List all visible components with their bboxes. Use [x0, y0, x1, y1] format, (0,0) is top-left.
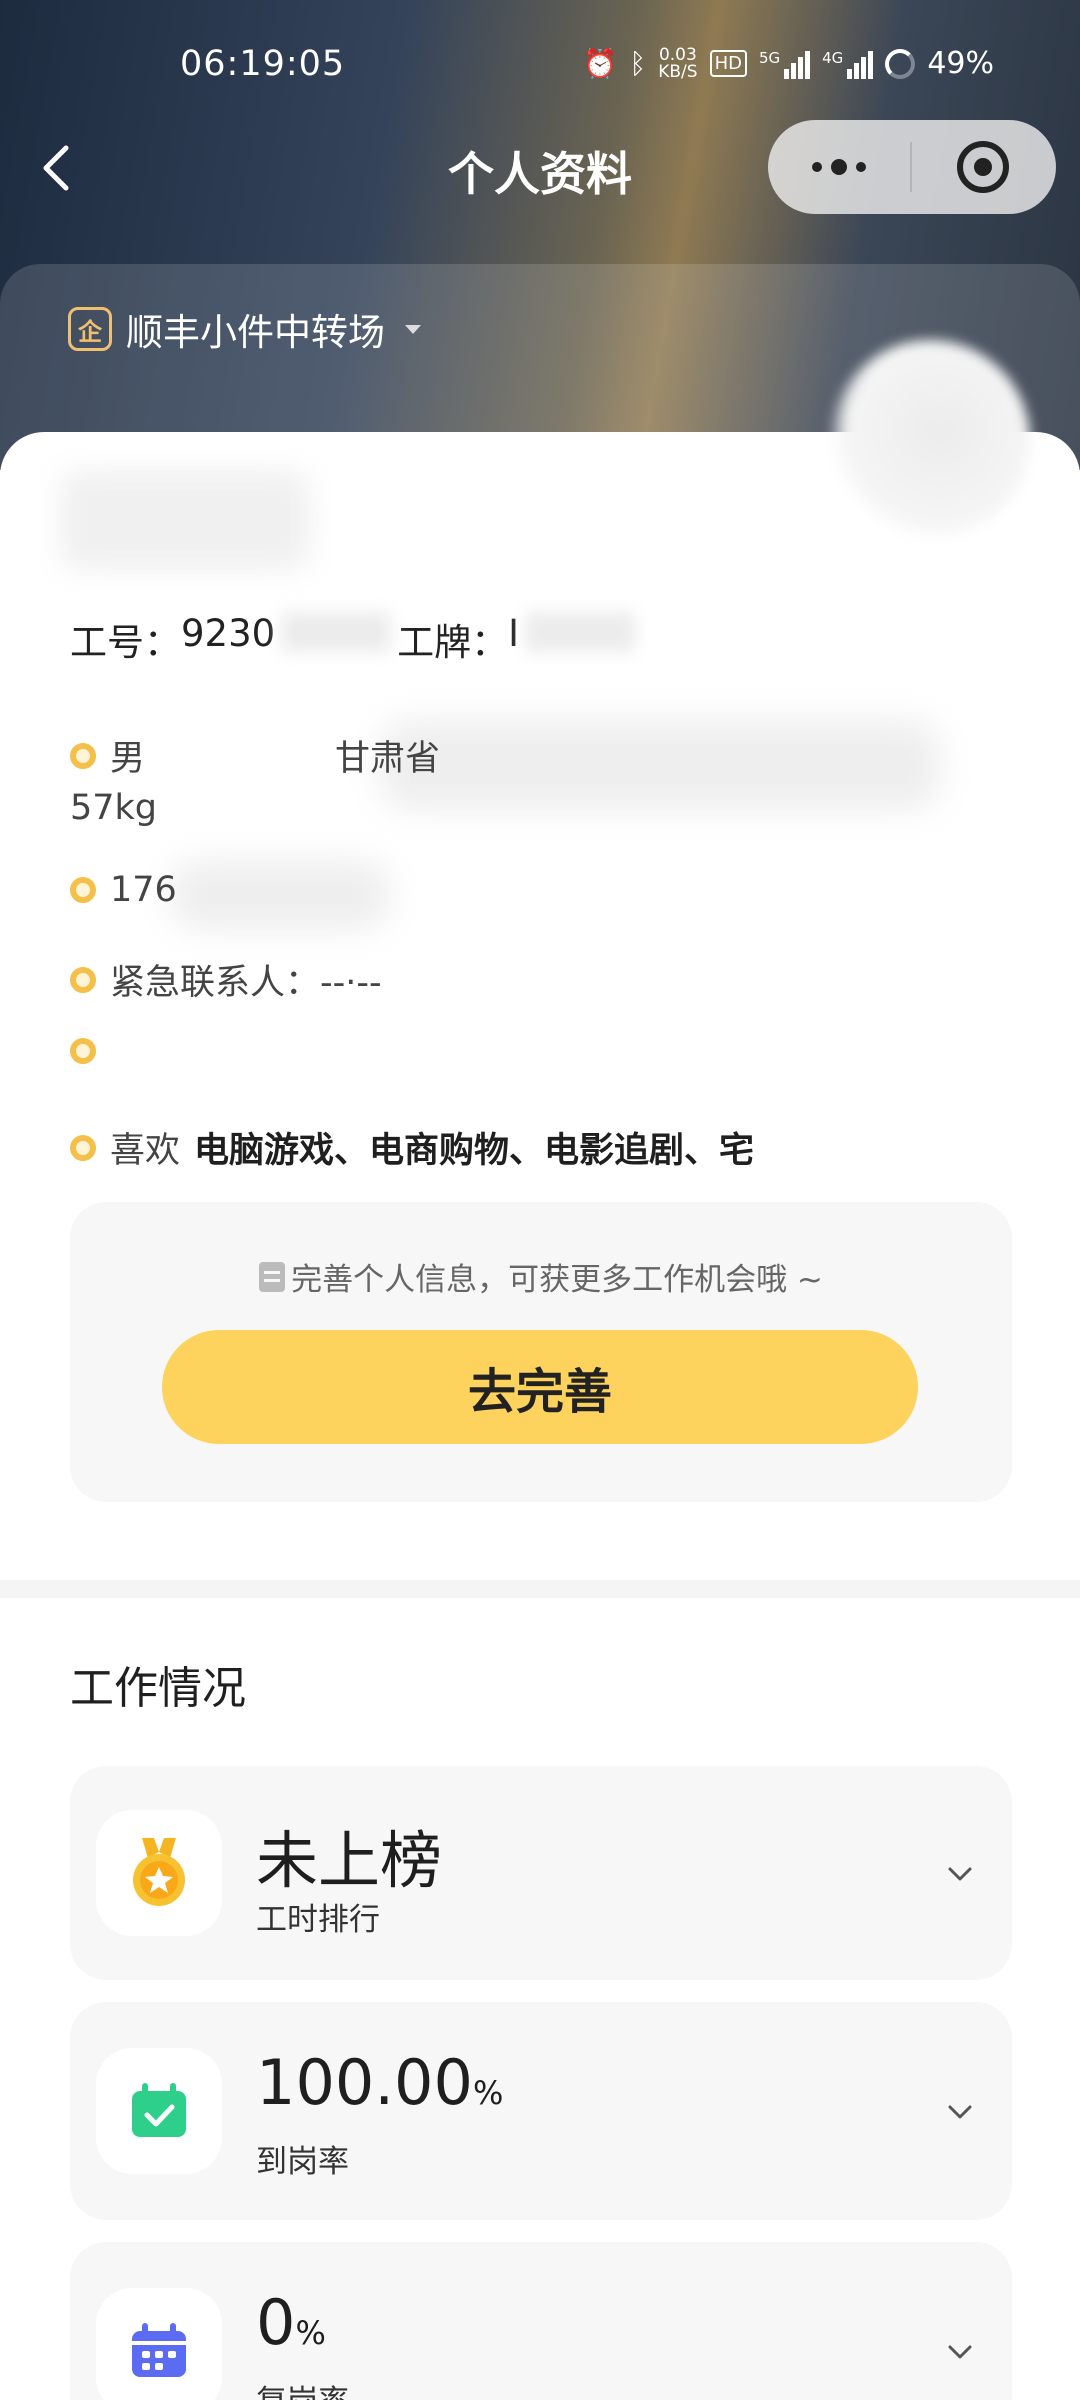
- complete-profile-box: 完善个人信息，可获更多工作机会哦 ~ 去完善: [70, 1202, 1012, 1502]
- gender: 男: [110, 739, 146, 779]
- document-icon: [259, 1261, 286, 1292]
- company-selector[interactable]: 企 顺丰小件中转场: [68, 302, 421, 356]
- stat-card-return-rate[interactable]: 0% 复岗率: [70, 2242, 1012, 2400]
- hd-icon: HD: [709, 50, 747, 77]
- company-name: 顺丰小件中转场: [126, 311, 385, 354]
- battery-icon: [885, 48, 916, 79]
- info-row-empty: [70, 1038, 110, 1064]
- caret-down-icon: [405, 324, 421, 334]
- calendar-check-icon: [96, 2048, 222, 2174]
- network-speed: 0.03 KB/S: [658, 44, 698, 82]
- badge-label: 工牌：: [397, 621, 509, 664]
- chevron-down-icon: [944, 1858, 976, 1890]
- province: 甘肃省: [335, 739, 441, 779]
- calendar-icon: [96, 2288, 222, 2400]
- info-row-emergency: 紧急联系人：--·--: [70, 954, 382, 1005]
- battery-level: 49%: [927, 46, 994, 81]
- signal-5g-icon: 5G: [759, 49, 811, 79]
- employee-id-value: 9230: [181, 612, 276, 655]
- section-divider: [0, 1580, 1080, 1598]
- redacted-block: [380, 720, 940, 810]
- chevron-down-icon: [944, 2336, 976, 2368]
- ranking-value: 未上榜: [256, 1824, 443, 1897]
- alarm-icon: ⏰: [582, 47, 618, 80]
- employee-id-label: 工号：: [70, 621, 181, 664]
- status-bar: 06:19:05 ⏰ ᛒ 0.03 KB/S HD 5G 4G 49%: [0, 0, 1080, 135]
- bullet-icon: [70, 877, 96, 903]
- attendance-value: 100.00%: [256, 2046, 504, 2119]
- redacted-block: [170, 860, 390, 930]
- emergency-contact: 紧急联系人：--·--: [110, 963, 382, 1003]
- info-row-hobbies: 喜欢 电脑游戏、电商购物、电影追剧、宅: [70, 1122, 754, 1173]
- bullet-icon: [70, 1038, 96, 1064]
- attendance-label: 到岗率: [256, 2144, 349, 2180]
- phone: 176: [110, 870, 177, 910]
- work-section-title: 工作情况: [70, 1663, 246, 1714]
- hobbies: 电脑游戏、电商购物、电影追剧、宅: [194, 1131, 755, 1171]
- hobby-prefix: 喜欢: [110, 1131, 181, 1171]
- mini-program-capsule: [768, 120, 1056, 214]
- bluetooth-icon: ᛒ: [629, 47, 647, 80]
- info-row-basic: 男 甘肃省: [70, 730, 440, 781]
- complete-profile-button[interactable]: 去完善: [162, 1330, 918, 1444]
- ranking-label: 工时排行: [256, 1902, 380, 1938]
- status-time: 06:19:05: [180, 44, 346, 84]
- id-line: 工号： 9230 工牌： I: [70, 612, 641, 666]
- return-rate-value: 0%: [256, 2286, 326, 2359]
- close-mini-program-button[interactable]: [912, 120, 1054, 214]
- enterprise-icon: 企: [68, 307, 112, 351]
- bullet-icon: [70, 742, 96, 769]
- name-redacted: [60, 470, 310, 570]
- more-dots-icon: [812, 162, 822, 172]
- target-close-icon: [957, 141, 1009, 193]
- more-button[interactable]: [768, 120, 910, 214]
- signal-4g-icon: 4G: [822, 49, 874, 79]
- stat-card-attendance[interactable]: 100.00% 到岗率: [70, 2002, 1012, 2220]
- bullet-icon: [70, 966, 96, 993]
- medal-icon: [96, 1810, 222, 1936]
- chevron-down-icon: [944, 2096, 976, 2128]
- nav-bar: 个人资料: [0, 118, 1080, 218]
- weight: 57kg: [70, 788, 158, 828]
- bullet-icon: [70, 1134, 96, 1161]
- badge-value: I: [508, 612, 520, 655]
- complete-hint: 完善个人信息，可获更多工作机会哦 ~: [70, 1254, 1012, 1299]
- avatar[interactable]: [830, 340, 1030, 540]
- return-rate-label: 复岗率: [256, 2376, 349, 2400]
- stat-card-ranking[interactable]: 未上榜 工时排行: [70, 1766, 1012, 1980]
- status-icons: ⏰ ᛒ 0.03 KB/S HD 5G 4G 49%: [583, 46, 994, 81]
- info-row-phone: 176: [70, 870, 177, 910]
